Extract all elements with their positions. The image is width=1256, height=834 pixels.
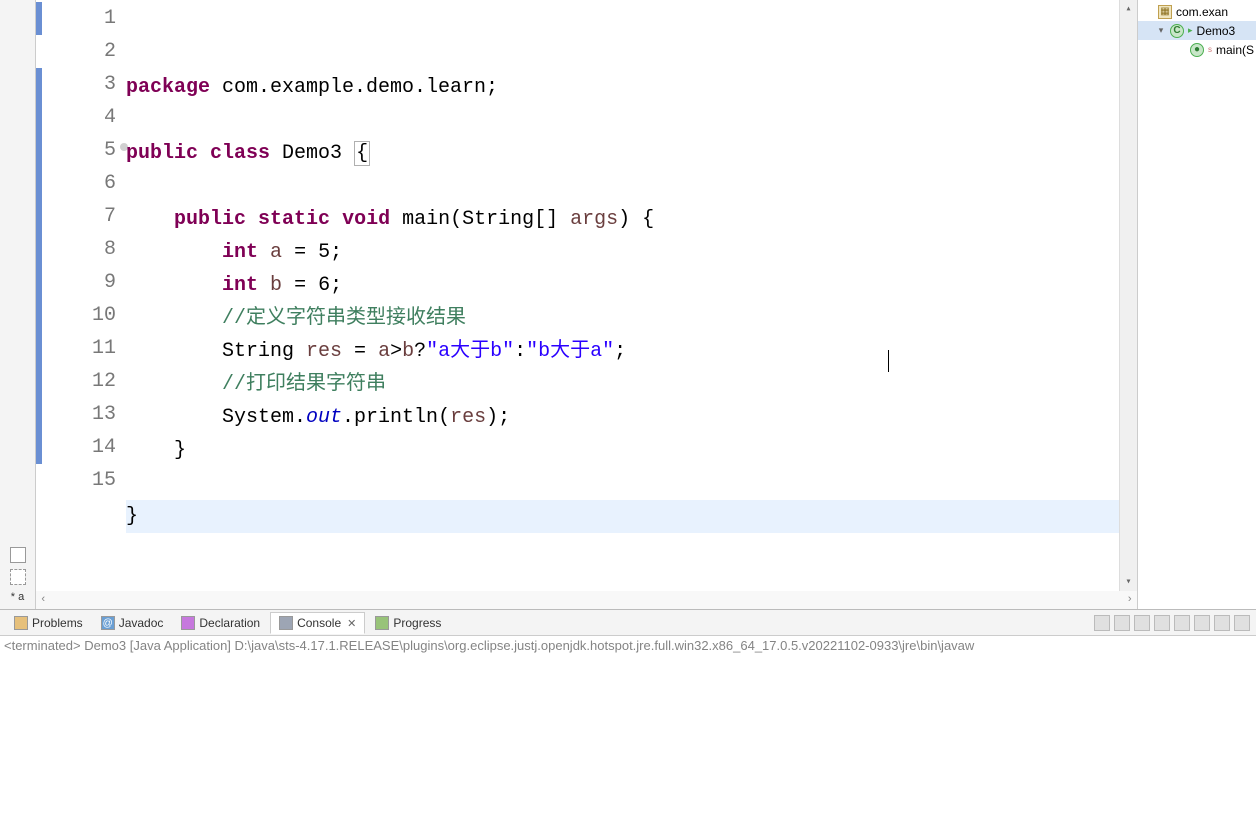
runnable-icon: ▸ <box>1188 25 1193 36</box>
console-status-line: <terminated> Demo3 [Java Application] D:… <box>4 638 974 653</box>
outline-label: com.exan <box>1176 5 1228 19</box>
tab-progress[interactable]: Progress <box>367 613 449 633</box>
outline-item[interactable]: ▦ com.exan <box>1138 2 1256 21</box>
tab-problems[interactable]: Problems <box>6 613 91 633</box>
code-line[interactable]: //打印结果字符串 <box>126 368 1119 401</box>
tab-label: Declaration <box>199 616 260 630</box>
outline-item[interactable]: ▾ C ▸ Demo3 <box>1138 21 1256 40</box>
javadoc-icon: @ <box>101 616 115 630</box>
tab-label: Javadoc <box>119 616 164 630</box>
code-line[interactable]: int b = 6; <box>126 269 1119 302</box>
progress-icon <box>375 616 389 630</box>
cls-icon: C <box>1170 24 1184 38</box>
problems-icon <box>14 616 28 630</box>
text-cursor <box>888 350 889 372</box>
console-action-button[interactable] <box>1134 615 1150 631</box>
console-action-button[interactable] <box>1214 615 1230 631</box>
code-line[interactable] <box>126 170 1119 203</box>
vertical-scrollbar[interactable]: ▴ ▾ <box>1119 0 1137 591</box>
outline-label: Demo3 <box>1197 24 1236 38</box>
toolbar-icon[interactable] <box>10 547 26 563</box>
bottom-panel: Problems @ Javadoc Declaration Console ✕ Progr… <box>0 609 1256 834</box>
scroll-left-icon[interactable]: ‹ <box>40 594 47 606</box>
line-gutter: 123456789101112131415 <box>36 0 126 591</box>
mth-icon: ● <box>1190 43 1204 57</box>
declaration-icon <box>181 616 195 630</box>
code-line[interactable]: } <box>126 434 1119 467</box>
code-line[interactable] <box>126 467 1119 500</box>
toolbar-icon[interactable] <box>10 569 26 585</box>
code-line[interactable]: public class Demo3 { <box>126 137 1119 170</box>
tab-label: Console <box>297 616 341 630</box>
console-action-button[interactable] <box>1114 615 1130 631</box>
console-action-button[interactable] <box>1194 615 1210 631</box>
pkg-icon: ▦ <box>1158 5 1172 19</box>
console-icon <box>279 616 293 630</box>
outline-panel[interactable]: ▦ com.exan ▾ C ▸ Demo3 ●smain(S <box>1138 0 1256 609</box>
console-action-button[interactable] <box>1154 615 1170 631</box>
code-area[interactable]: package com.example.demo.learn; public cl… <box>126 0 1119 591</box>
code-line[interactable]: int a = 5; <box>126 236 1119 269</box>
twisty-icon[interactable]: ▾ <box>1156 25 1166 36</box>
horizontal-scrollbar[interactable]: ‹ › <box>36 591 1137 609</box>
console-action-button[interactable] <box>1094 615 1110 631</box>
code-line[interactable] <box>126 104 1119 137</box>
scroll-up-icon[interactable]: ▴ <box>1120 0 1137 18</box>
code-line[interactable]: } <box>126 500 1119 533</box>
outline-label: main(S <box>1216 43 1254 57</box>
code-line[interactable]: package com.example.demo.learn; <box>126 71 1119 104</box>
scroll-down-icon[interactable]: ▾ <box>1120 573 1137 591</box>
tab-console[interactable]: Console ✕ <box>270 612 365 634</box>
bottom-tabs: Problems @ Javadoc Declaration Console ✕ Progr… <box>0 610 1256 636</box>
code-editor[interactable]: 123456789101112131415 package com.exampl… <box>36 0 1137 591</box>
left-label: * a <box>11 591 24 603</box>
close-icon[interactable]: ✕ <box>347 617 356 630</box>
tab-declaration[interactable]: Declaration <box>173 613 268 633</box>
console-output[interactable]: <terminated> Demo3 [Java Application] D:… <box>0 636 1256 834</box>
code-line[interactable] <box>126 533 1119 566</box>
code-line[interactable]: System.out.println(res); <box>126 401 1119 434</box>
left-toolbar: * a <box>0 0 36 609</box>
console-action-button[interactable] <box>1174 615 1190 631</box>
code-line[interactable]: public static void main(String[] args) { <box>126 203 1119 236</box>
console-action-button[interactable] <box>1234 615 1250 631</box>
code-line[interactable]: String res = a>b?"a大于b":"b大于a"; <box>126 335 1119 368</box>
tab-javadoc[interactable]: @ Javadoc <box>93 613 172 633</box>
outline-item[interactable]: ●smain(S <box>1138 40 1256 59</box>
scroll-right-icon[interactable]: › <box>1126 594 1133 606</box>
console-actions <box>1094 615 1256 631</box>
tab-label: Problems <box>32 616 83 630</box>
code-line[interactable]: //定义字符串类型接收结果 <box>126 302 1119 335</box>
tab-label: Progress <box>393 616 441 630</box>
